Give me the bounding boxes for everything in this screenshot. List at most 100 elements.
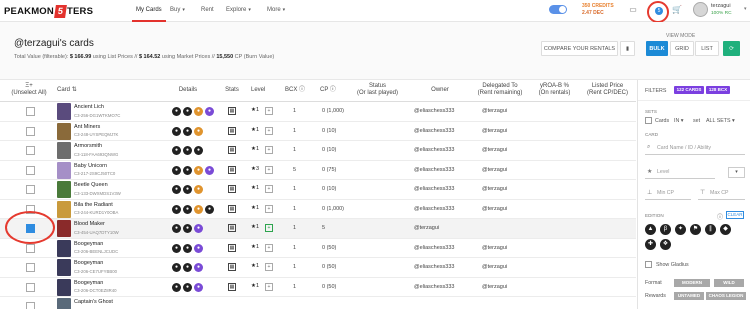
edition-promo-icon[interactable]: ✦ [675,224,686,235]
detail-icon[interactable]: ● [194,126,203,136]
card-image[interactable] [57,103,71,120]
table-row[interactable]: Beetle Queen C3-133-DWXMDS1V3W ● ● ● ▦ ★1 +1 0 (… [0,180,636,200]
compare-rentals-button[interactable]: COMPARE YOUR RENTALS [541,41,618,56]
avatar[interactable] [693,2,708,17]
delegated-value[interactable]: @terzagui [482,186,507,192]
table-row[interactable]: Captain's Ghost [0,297,636,309]
table-row[interactable]: Bila the Radiant C3-244-KURD1Y0OBA ● ● ● ● ▦ ★1… [0,199,636,219]
card-image[interactable] [57,278,71,296]
row-checkbox[interactable] [26,126,35,136]
card-name[interactable]: Ant Miners [74,124,100,130]
detail-icon[interactable]: ● [172,204,181,214]
upgrade-icon[interactable]: + [265,243,273,252]
card-image[interactable] [57,161,71,179]
detail-icon[interactable]: ● [183,263,192,272]
detail-icon[interactable]: ● [172,282,181,292]
status-header[interactable]: Status (Or last played) [350,83,405,97]
edition-untamed-icon[interactable]: ∥ [705,224,716,235]
detail-icon[interactable]: ● [183,243,192,253]
stats-icon[interactable]: ▦ [228,146,236,154]
level-header[interactable]: Level [251,87,265,94]
theme-toggle[interactable] [549,5,567,14]
row-checkbox[interactable] [26,263,35,272]
owner-value[interactable]: @eliaschess333 [414,206,454,212]
card-name[interactable]: Bila the Radiant [74,202,113,208]
detail-icon[interactable]: ● [172,146,181,155]
owner-value[interactable]: @eliaschess333 [414,128,454,134]
owner-value[interactable]: @eliaschess333 [414,245,454,251]
detail-icon[interactable]: ● [172,224,181,233]
cp-header[interactable]: CP ⓘ [320,87,336,94]
row-checkbox[interactable] [26,302,35,309]
detail-icon[interactable]: ● [205,165,214,175]
card-image[interactable] [57,142,71,159]
nav-explore[interactable]: Explore ▾ [226,0,251,22]
delegated-header[interactable]: Delegated To (Rent remaining) [470,83,530,97]
format-wild-button[interactable]: WILD [714,279,744,287]
detail-icon[interactable]: ● [183,224,192,233]
detail-icon[interactable]: ● [183,165,192,175]
card-name[interactable]: Baby Unicorn [74,163,107,169]
delegated-value[interactable]: @terzagui [482,108,507,114]
cart-icon[interactable]: 🛒 [672,5,682,15]
upgrade-icon[interactable]: + [265,263,273,271]
row-checkbox[interactable] [26,243,35,253]
detail-icon[interactable]: ● [194,224,203,233]
export-icon[interactable]: ▮ [620,41,635,56]
card-header[interactable]: Card ⇅ [57,87,77,94]
rewards-untamed-button[interactable]: UNTAMED [674,292,704,300]
table-row[interactable]: Blood Maker C3-454-UAQ7DTY10W ● ● ● ▦ ★1 +1 5 @te… [0,219,636,239]
edition-chaos-icon[interactable]: ✚ [645,239,656,250]
card-image[interactable] [57,259,71,276]
upgrade-icon[interactable]: + [265,165,273,174]
show-gladius-checkbox[interactable] [645,261,652,268]
card-name[interactable]: Beetle Queen [74,182,108,188]
detail-icon[interactable]: ● [194,243,203,253]
detail-icon[interactable]: ● [194,204,203,214]
owner-value[interactable]: @eliaschess333 [414,108,454,114]
card-image[interactable] [57,298,71,309]
detail-icon[interactable]: ● [172,165,181,175]
sets-select[interactable]: ALL SETS ▾ [706,118,735,124]
upgrade-icon[interactable]: + [265,204,273,213]
level-dropdown[interactable]: ▾ [728,167,745,178]
edition-riftwatchers-icon[interactable]: ❖ [660,239,671,250]
select-all-header[interactable]: Ξ+ (Unselect All) [4,83,54,97]
row-checkbox[interactable] [26,107,35,116]
edition-reward-icon[interactable]: ⚑ [690,224,701,235]
detail-icon[interactable]: ● [183,107,192,116]
card-image[interactable] [57,122,71,140]
card-name[interactable]: Boogeyman [74,241,103,247]
card-name[interactable]: Boogeyman [74,260,103,266]
bulk-view-button[interactable]: BULK [646,41,668,56]
nav-my-cards[interactable]: My Cards [132,0,166,22]
stats-icon[interactable]: ▦ [228,224,236,232]
detail-icon[interactable]: ● [172,185,181,194]
yroa-header[interactable]: yROA-B % (On rentals) [532,83,577,97]
owner-value[interactable]: @terzagui [414,225,439,231]
table-row[interactable]: Ancient Lich C3-256-DG1WTKMO7C ● ● ● ● ▦ ★1 +1 0 … [0,102,636,122]
stats-icon[interactable]: ▦ [228,126,236,135]
detail-icon[interactable]: ● [183,204,192,214]
delegated-value[interactable]: @terzagui [482,147,507,153]
detail-icon[interactable]: ● [205,107,214,116]
table-row[interactable]: Armorsmith C3-118-FAA693QNWG ● ● ● ▦ ★1 +1 0 (10… [0,141,636,161]
level-select[interactable]: Level [645,165,715,179]
table-row[interactable]: Baby Unicorn C3-217-2S9CJ50TC0 ● ● ● ● ▦ ★3 +5 0 … [0,160,636,180]
detail-icon[interactable]: ● [194,146,203,155]
upgrade-icon[interactable]: + [265,185,273,193]
detail-icon[interactable]: ● [194,107,203,116]
upgrade-icon[interactable]: + [265,146,273,154]
detail-icon[interactable]: ● [172,107,181,116]
card-name[interactable]: Armorsmith [74,143,102,149]
upgrade-icon[interactable]: + [265,126,273,135]
listed-price-header[interactable]: Listed Price (Rent CP/DEC) [580,83,635,97]
row-checkbox[interactable] [26,165,35,175]
row-checkbox[interactable] [26,282,35,292]
cards-checkbox[interactable] [645,117,652,124]
delegated-value[interactable]: @terzagui [482,206,507,212]
card-name[interactable]: Ancient Lich [74,104,104,110]
card-image[interactable] [57,200,71,218]
card-name[interactable]: Boogeyman [74,280,103,286]
nav-more[interactable]: More ▾ [267,0,285,22]
